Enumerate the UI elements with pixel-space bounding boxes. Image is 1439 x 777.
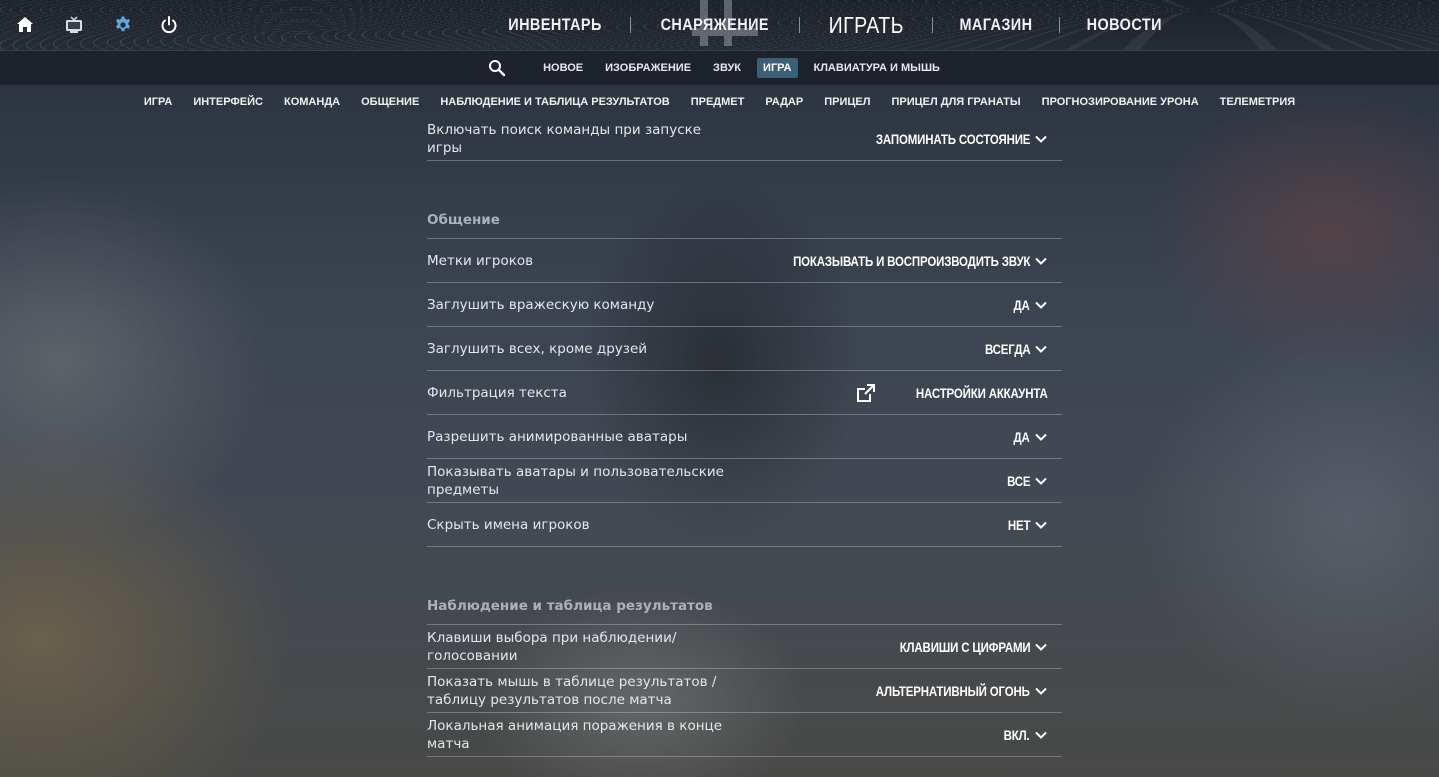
- tv-icon: [66, 16, 82, 33]
- setting-dropdown[interactable]: Да: [1010, 297, 1062, 313]
- setting-label: Скрыть имена игроков: [427, 516, 590, 533]
- setting-value: Настройки аккаунта: [916, 384, 1048, 401]
- settings-button[interactable]: [110, 12, 136, 38]
- setting-row-hide-player-names[interactable]: Скрыть имена игроков Нет: [427, 503, 1062, 547]
- category-item[interactable]: Предмет: [691, 96, 745, 108]
- chevron-down-icon: [1035, 257, 1047, 265]
- top-bar: Инвентарь Снаряжение Играть Магазин Ново…: [0, 0, 1439, 51]
- chevron-down-icon: [1035, 345, 1047, 353]
- setting-label: Заглушить вражескую команду: [427, 296, 655, 313]
- setting-value: Да: [1013, 428, 1030, 445]
- tab-new[interactable]: Новое: [537, 58, 589, 78]
- setting-label: Включать поиск команды при запуске игры: [427, 121, 702, 156]
- nav-loadout[interactable]: Снаряжение: [644, 15, 786, 35]
- tab-audio[interactable]: Звук: [707, 58, 747, 78]
- chevron-down-icon: [1035, 477, 1047, 485]
- nav-separator: [798, 17, 800, 33]
- setting-row-search-on-launch[interactable]: Включать поиск команды при запуске игры …: [427, 117, 1062, 161]
- setting-dropdown[interactable]: Нет: [1003, 517, 1062, 533]
- setting-dropdown[interactable]: Все: [1002, 473, 1062, 489]
- category-interface[interactable]: Интерфейс: [193, 96, 263, 108]
- setting-dropdown[interactable]: Показывать и воспроизводить звук: [741, 253, 1062, 269]
- setting-label: Локальная анимация поражения в конце мат…: [427, 717, 723, 752]
- tab-keyboard-mouse[interactable]: Клавиатура и мышь: [808, 58, 946, 78]
- setting-row-player-pings[interactable]: Метки игроков Показывать и воспроизводит…: [427, 239, 1062, 283]
- setting-dropdown[interactable]: Вкл.: [998, 727, 1062, 743]
- category-grenade-crosshair[interactable]: Прицел для гранаты: [891, 96, 1020, 108]
- category-crosshair[interactable]: Прицел: [824, 96, 870, 108]
- setting-row-defeat-animation[interactable]: Локальная анимация поражения в конце мат…: [427, 713, 1062, 757]
- category-damage-prediction[interactable]: Прогнозирование урона: [1042, 96, 1199, 108]
- setting-label: Показывать аватары и пользовательские пр…: [427, 463, 724, 498]
- setting-value: Клавиши с цифрами: [899, 638, 1030, 655]
- setting-row-scoreboard-mouse[interactable]: Показать мышь в таблице результатов / та…: [427, 669, 1062, 713]
- setting-label: Заглушить всех, кроме друзей: [427, 340, 648, 357]
- setting-label: Метки игроков: [427, 252, 534, 269]
- section-heading-spectating: Наблюдение и таблица результатов: [427, 547, 1062, 625]
- chevron-down-icon: [1035, 135, 1047, 143]
- setting-row-text-filtering[interactable]: Фильтрация текста Настройки аккаунта: [427, 371, 1062, 415]
- category-spectating[interactable]: Наблюдение и таблица результатов: [440, 96, 669, 108]
- search-icon: [489, 60, 506, 77]
- nav-separator: [630, 17, 632, 33]
- setting-dropdown[interactable]: Клавиши с цифрами: [871, 639, 1062, 655]
- category-team[interactable]: Команда: [284, 96, 340, 108]
- setting-label: Разрешить анимированные аватары: [427, 428, 688, 445]
- settings-list: Включать поиск команды при запуске игры …: [427, 117, 1062, 757]
- category-game[interactable]: Игра: [144, 96, 172, 108]
- setting-value: Да: [1013, 296, 1030, 313]
- chevron-down-icon: [1035, 433, 1047, 441]
- account-settings-link[interactable]: Настройки аккаунта: [855, 382, 1062, 404]
- gear-icon: [116, 16, 130, 32]
- nav-store[interactable]: Магазин: [942, 15, 1049, 35]
- setting-dropdown[interactable]: Альтернативный огонь: [842, 683, 1062, 699]
- setting-row-mute-enemy[interactable]: Заглушить вражескую команду Да: [427, 283, 1062, 327]
- setting-value: Вкл.: [1004, 726, 1030, 743]
- setting-value: Показывать и воспроизводить звук: [792, 252, 1030, 269]
- setting-row-show-avatars[interactable]: Показывать аватары и пользовательские пр…: [427, 459, 1062, 503]
- setting-value: Нет: [1007, 516, 1031, 533]
- tab-video[interactable]: Изображение: [599, 58, 697, 78]
- main-nav: Инвентарь Снаряжение Играть Магазин Ново…: [480, 0, 1189, 50]
- setting-row-mute-all-but-friends[interactable]: Заглушить всех, кроме друзей Всегда: [427, 327, 1062, 371]
- chevron-down-icon: [1035, 521, 1047, 529]
- category-nav: Игра Интерфейс Команда Общение Наблюдени…: [0, 92, 1439, 112]
- setting-dropdown[interactable]: Запоминать состояние: [842, 131, 1062, 147]
- category-telemetry[interactable]: Телеметрия: [1220, 96, 1295, 108]
- power-button[interactable]: [156, 12, 182, 38]
- setting-value: Всегда: [984, 340, 1030, 357]
- external-link-icon: [857, 383, 876, 402]
- section-heading-communication: Общение: [427, 161, 1062, 239]
- setting-value: Запоминать состояние: [875, 130, 1031, 147]
- setting-value: Альтернативный огонь: [876, 682, 1030, 699]
- setting-label: Фильтрация текста: [427, 384, 567, 401]
- settings-subnav: Новое Изображение Звук Игра Клавиатура и…: [0, 51, 1439, 85]
- nav-separator: [932, 17, 934, 33]
- chevron-down-icon: [1035, 731, 1047, 739]
- setting-label: Клавиши выбора при наблюдении/голосовани…: [427, 629, 677, 664]
- nav-inventory[interactable]: Инвентарь: [491, 15, 619, 35]
- chevron-down-icon: [1035, 643, 1047, 651]
- tab-game[interactable]: Игра: [757, 58, 798, 78]
- section-title: Наблюдение и таблица результатов: [427, 598, 713, 614]
- setting-label: Показать мышь в таблице результатов / та…: [427, 673, 717, 708]
- category-radar[interactable]: Радар: [765, 96, 803, 108]
- search-button[interactable]: [488, 59, 506, 77]
- category-communication[interactable]: Общение: [361, 96, 419, 108]
- home-button[interactable]: [12, 12, 38, 38]
- power-icon: [161, 16, 177, 34]
- setting-dropdown[interactable]: Да: [1010, 429, 1062, 445]
- chevron-down-icon: [1035, 687, 1047, 695]
- setting-row-animated-avatars[interactable]: Разрешить анимированные аватары Да: [427, 415, 1062, 459]
- section-title: Общение: [427, 212, 500, 228]
- nav-news[interactable]: Новости: [1070, 15, 1179, 35]
- tv-button[interactable]: [61, 12, 87, 38]
- nav-play[interactable]: Играть: [809, 12, 922, 39]
- home-icon: [17, 17, 33, 32]
- setting-row-spectator-keys[interactable]: Клавиши выбора при наблюдении/голосовани…: [427, 625, 1062, 669]
- setting-value: Все: [1006, 472, 1030, 489]
- setting-dropdown[interactable]: Всегда: [975, 341, 1063, 357]
- chevron-down-icon: [1035, 301, 1047, 309]
- nav-separator: [1058, 17, 1060, 33]
